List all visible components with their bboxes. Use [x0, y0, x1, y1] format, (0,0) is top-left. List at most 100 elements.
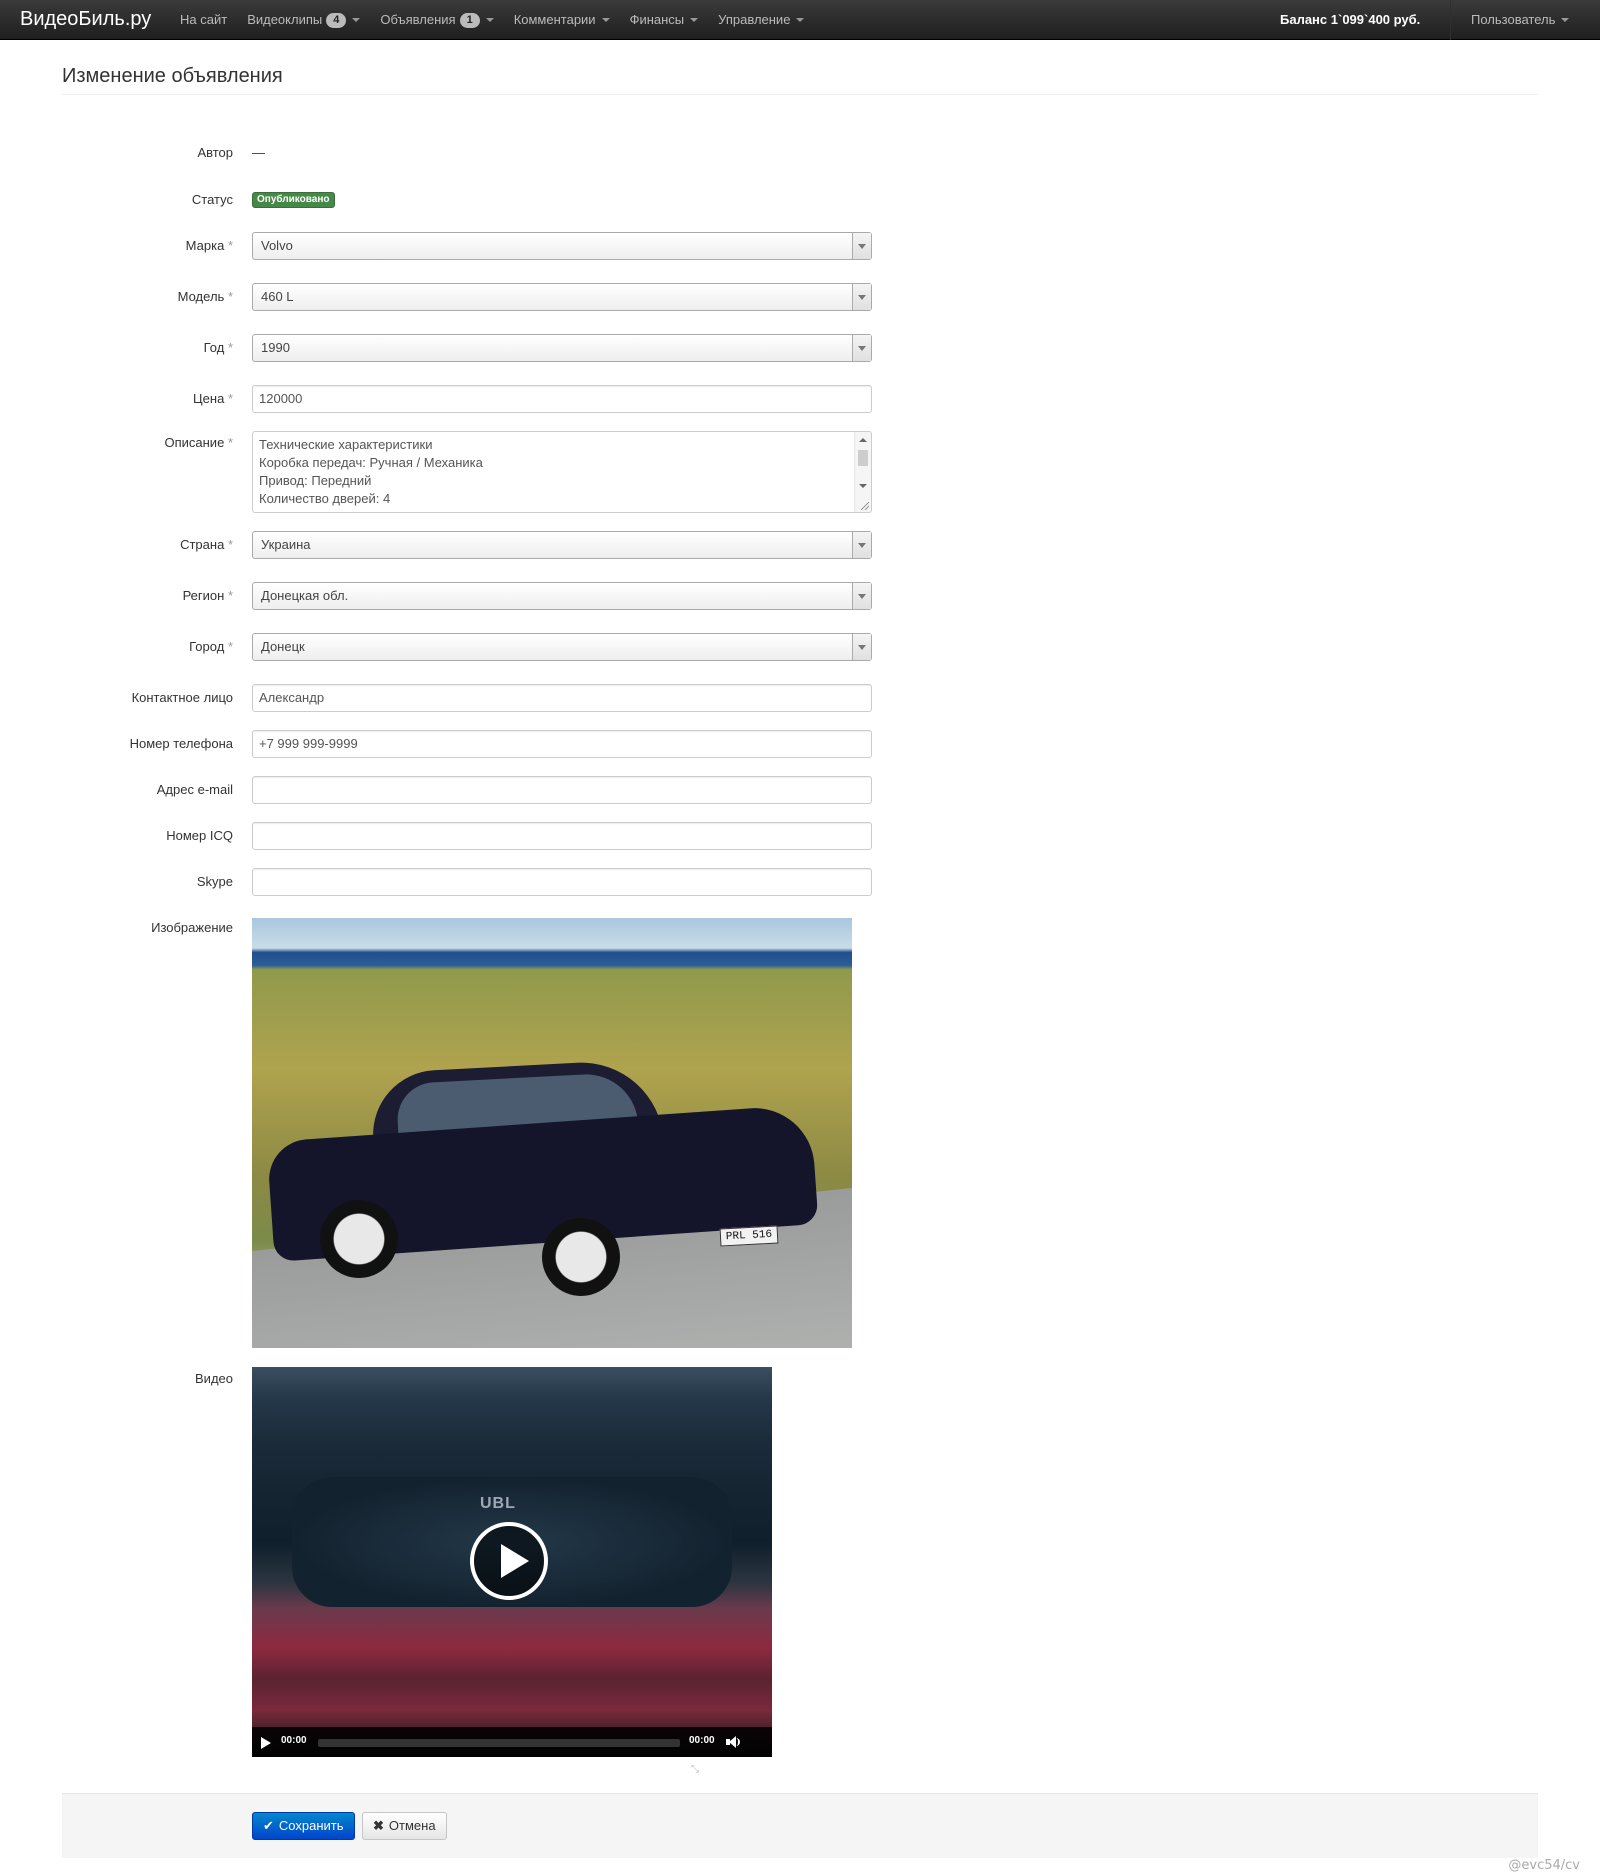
- author-label: Автор: [197, 145, 233, 160]
- nav-item-label: Видеоклипы: [247, 12, 323, 27]
- textarea-scrollbar[interactable]: [854, 432, 871, 512]
- image-label: Изображение: [151, 920, 233, 935]
- nav-item-label: Финансы: [629, 12, 685, 27]
- year-label: Год *: [13, 340, 233, 355]
- scroll-down-icon[interactable]: [859, 484, 867, 488]
- page-header: Изменение объявления: [62, 60, 1538, 95]
- video-progress-bar[interactable]: [318, 1739, 680, 1747]
- nav-item-comments[interactable]: Комментарии: [504, 0, 620, 40]
- watermark: @evc54/cv: [1508, 1858, 1580, 1873]
- brand-label: Марка *: [13, 238, 233, 253]
- expand-icon[interactable]: ⤡: [691, 1764, 705, 1775]
- icq-input[interactable]: [252, 822, 872, 850]
- model-label-text: Модель: [177, 289, 225, 304]
- country-select-value: Украина: [261, 537, 311, 552]
- time-total: 00:00: [689, 1735, 715, 1746]
- dropdown-arrow-icon[interactable]: [852, 335, 871, 361]
- time-current: 00:00: [281, 1735, 307, 1746]
- photo-wheel: [320, 1200, 398, 1278]
- video-player[interactable]: UBL 00:00 00:00: [252, 1367, 772, 1757]
- user-menu[interactable]: Пользователь: [1450, 0, 1600, 40]
- page-title: Изменение объявления: [62, 65, 283, 87]
- nav-item-management[interactable]: Управление: [708, 0, 814, 40]
- region-label-text: Регион: [182, 588, 225, 603]
- required-mark: *: [227, 340, 233, 355]
- phone-input[interactable]: +7 999 999-9999: [252, 730, 872, 758]
- caret-down-icon: [1561, 18, 1570, 22]
- icq-label: Номер ICQ: [166, 828, 233, 843]
- region-label: Регион *: [13, 588, 233, 603]
- form-actions: ✔ Сохранить ✖ Отмена: [62, 1793, 1538, 1858]
- video-controls: 00:00 00:00: [252, 1727, 772, 1757]
- photo-wheel: [542, 1218, 620, 1296]
- model-select[interactable]: 460 L: [252, 283, 872, 311]
- status-label: Статус: [191, 192, 233, 207]
- dropdown-arrow-icon[interactable]: [852, 532, 871, 558]
- author-value: —: [252, 145, 265, 160]
- dropdown-arrow-icon[interactable]: [852, 233, 871, 259]
- caret-down-icon: [485, 18, 494, 22]
- caret-down-icon: [796, 18, 805, 22]
- form-row-year: Год * 1990: [0, 334, 1600, 362]
- form-row-description: Описание * Технические характеристики Ко…: [0, 431, 1600, 513]
- region-select[interactable]: Донецкая обл.: [252, 582, 872, 610]
- required-mark: *: [227, 289, 233, 304]
- contact-input[interactable]: Александр: [252, 684, 872, 712]
- form-row-city: Город * Донецк: [0, 633, 1600, 661]
- brand-select[interactable]: Volvo: [252, 232, 872, 260]
- description-line: Количество дверей: 4: [259, 491, 391, 506]
- nav-item-label: На сайт: [180, 12, 228, 27]
- dropdown-arrow-icon[interactable]: [852, 634, 871, 660]
- city-select[interactable]: Донецк: [252, 633, 872, 661]
- description-textarea[interactable]: Технические характеристики Коробка перед…: [252, 431, 872, 513]
- play-small-icon[interactable]: [261, 1737, 271, 1749]
- year-select[interactable]: 1990: [252, 334, 872, 362]
- required-mark: *: [227, 537, 233, 552]
- form-row-video: Видео UBL 00:00 00:00: [0, 1367, 1600, 1757]
- email-input[interactable]: [252, 776, 872, 804]
- balance-display: Баланс 1`099`400 руб.: [1280, 12, 1421, 27]
- required-mark: *: [227, 639, 233, 654]
- brand-select-value: Volvo: [261, 238, 293, 253]
- save-button-label: Сохранить: [278, 1818, 344, 1833]
- required-mark: *: [227, 238, 233, 253]
- play-icon[interactable]: [470, 1522, 548, 1600]
- cancel-button[interactable]: ✖ Отмена: [362, 1812, 447, 1840]
- cancel-button-label: Отмена: [388, 1818, 436, 1833]
- video-label: Видео: [195, 1371, 233, 1386]
- price-input[interactable]: 120000: [252, 385, 872, 413]
- country-select[interactable]: Украина: [252, 531, 872, 559]
- brand-label-text: Марка: [185, 238, 225, 253]
- nav-item-videoclips[interactable]: Видеоклипы 4: [237, 0, 370, 40]
- close-icon: ✖: [373, 1818, 384, 1833]
- price-label: Цена *: [13, 391, 233, 406]
- dropdown-arrow-icon[interactable]: [852, 583, 871, 609]
- required-mark: *: [227, 588, 233, 603]
- volume-icon[interactable]: [726, 1736, 740, 1748]
- status-container: Опубликовано: [252, 189, 335, 208]
- nav-item-finance[interactable]: Финансы: [620, 0, 709, 40]
- skype-input[interactable]: [252, 868, 872, 896]
- price-label-text: Цена: [193, 391, 225, 406]
- model-select-value: 460 L: [261, 289, 294, 304]
- nav-item-site[interactable]: На сайт: [170, 0, 237, 40]
- brand-logo[interactable]: ВидеоБиль.ру: [20, 6, 151, 32]
- city-label: Город *: [13, 639, 233, 654]
- required-mark: *: [227, 435, 233, 450]
- save-button[interactable]: ✔ Сохранить: [252, 1812, 355, 1840]
- nav-item-ads[interactable]: Объявления 1: [370, 0, 503, 40]
- year-select-value: 1990: [261, 340, 290, 355]
- scroll-thumb[interactable]: [858, 450, 868, 466]
- scroll-up-icon[interactable]: [859, 438, 867, 442]
- contact-label: Контактное лицо: [131, 690, 233, 705]
- dropdown-arrow-icon[interactable]: [852, 284, 871, 310]
- resize-grip-icon[interactable]: [861, 502, 869, 510]
- description-line: Технические характеристики: [259, 437, 433, 452]
- year-label-text: Год: [203, 340, 225, 355]
- country-label: Страна *: [13, 537, 233, 552]
- count-badge: 1: [459, 12, 480, 28]
- main-nav: На сайт Видеоклипы 4 Объявления 1 Коммен…: [170, 0, 814, 40]
- caret-down-icon: [352, 18, 361, 22]
- skype-label: Skype: [196, 874, 233, 889]
- nav-item-label: Объявления: [380, 12, 456, 27]
